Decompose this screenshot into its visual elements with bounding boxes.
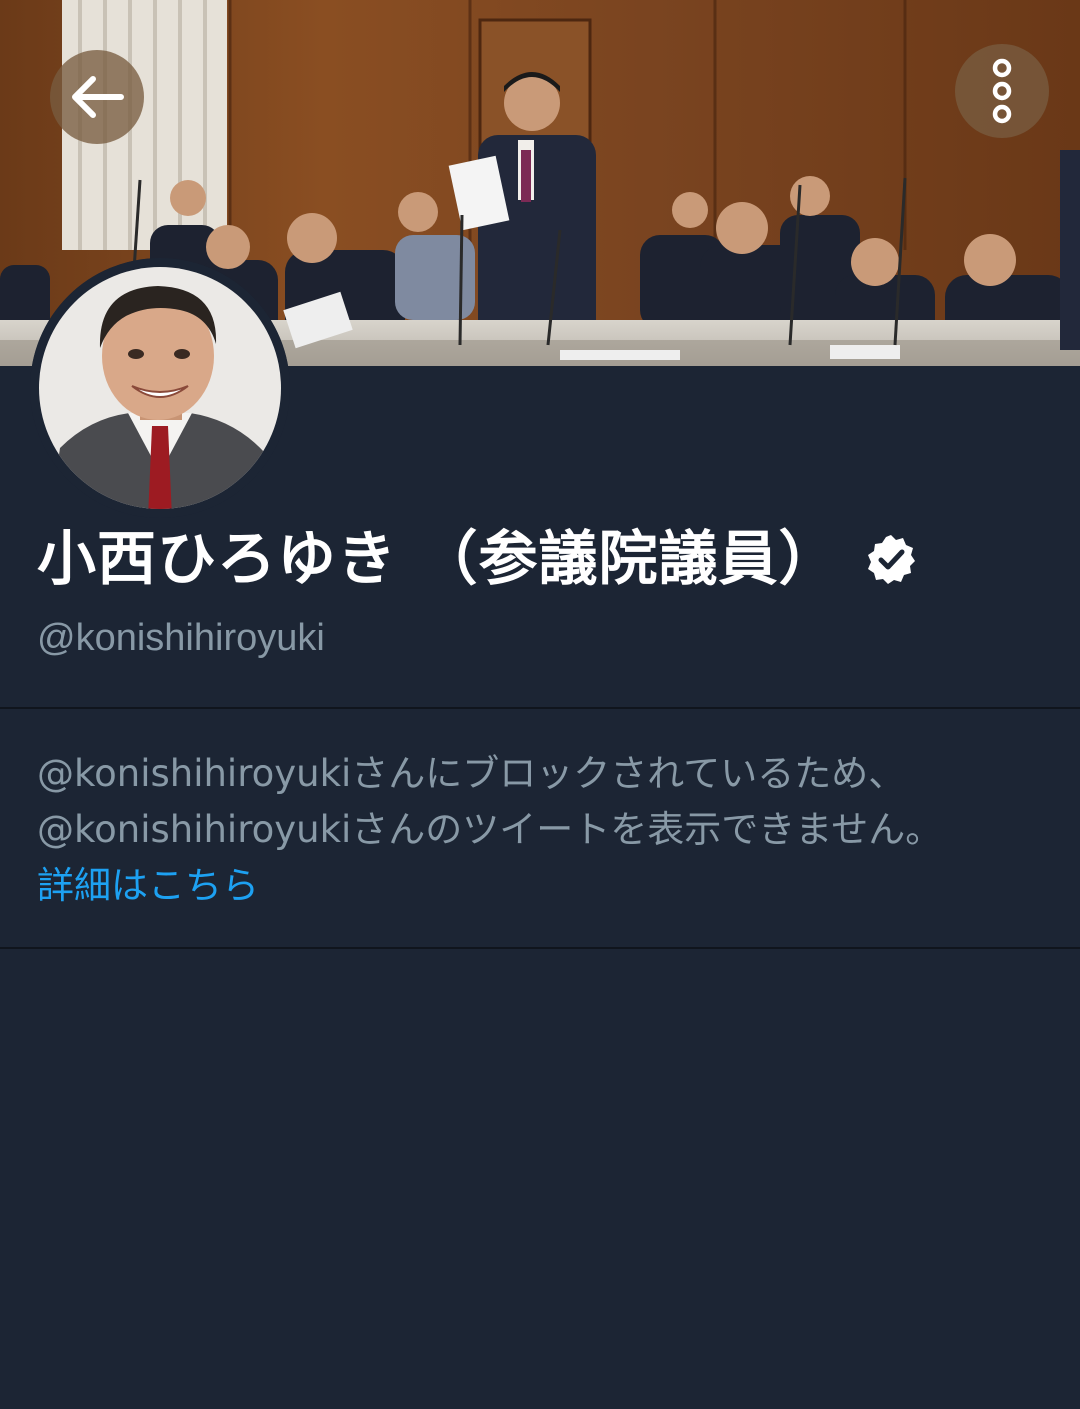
blocked-message-line-1: @konishihiroyukiさんにブロックされているため、	[37, 752, 906, 795]
blocked-message-line-2: @konishihiroyukiさんのツイートを表示できません。	[37, 808, 943, 851]
avatar-photo	[30, 258, 290, 518]
arrow-left-icon	[72, 76, 124, 118]
display-name: 小西ひろゆき （参議院議員）	[37, 524, 839, 593]
learn-more-link[interactable]: 詳細はこちら	[37, 858, 259, 914]
avatar[interactable]	[30, 258, 290, 518]
divider	[0, 947, 1080, 949]
display-name-row: 小西ひろゆき （参議院議員）	[37, 522, 917, 596]
divider	[0, 707, 1080, 709]
vertical-ellipsis-icon	[992, 58, 1012, 124]
more-options-button[interactable]	[955, 44, 1049, 138]
back-button[interactable]	[50, 50, 144, 144]
username-handle: @konishihiroyuki	[37, 617, 325, 659]
blocked-notice: @konishihiroyukiさんにブロックされているため、 @konishi…	[37, 746, 1057, 914]
verified-badge-icon	[867, 535, 915, 584]
profile-page: 小西ひろゆき （参議院議員） @konishihiroyuki @konishi…	[0, 0, 1080, 1409]
